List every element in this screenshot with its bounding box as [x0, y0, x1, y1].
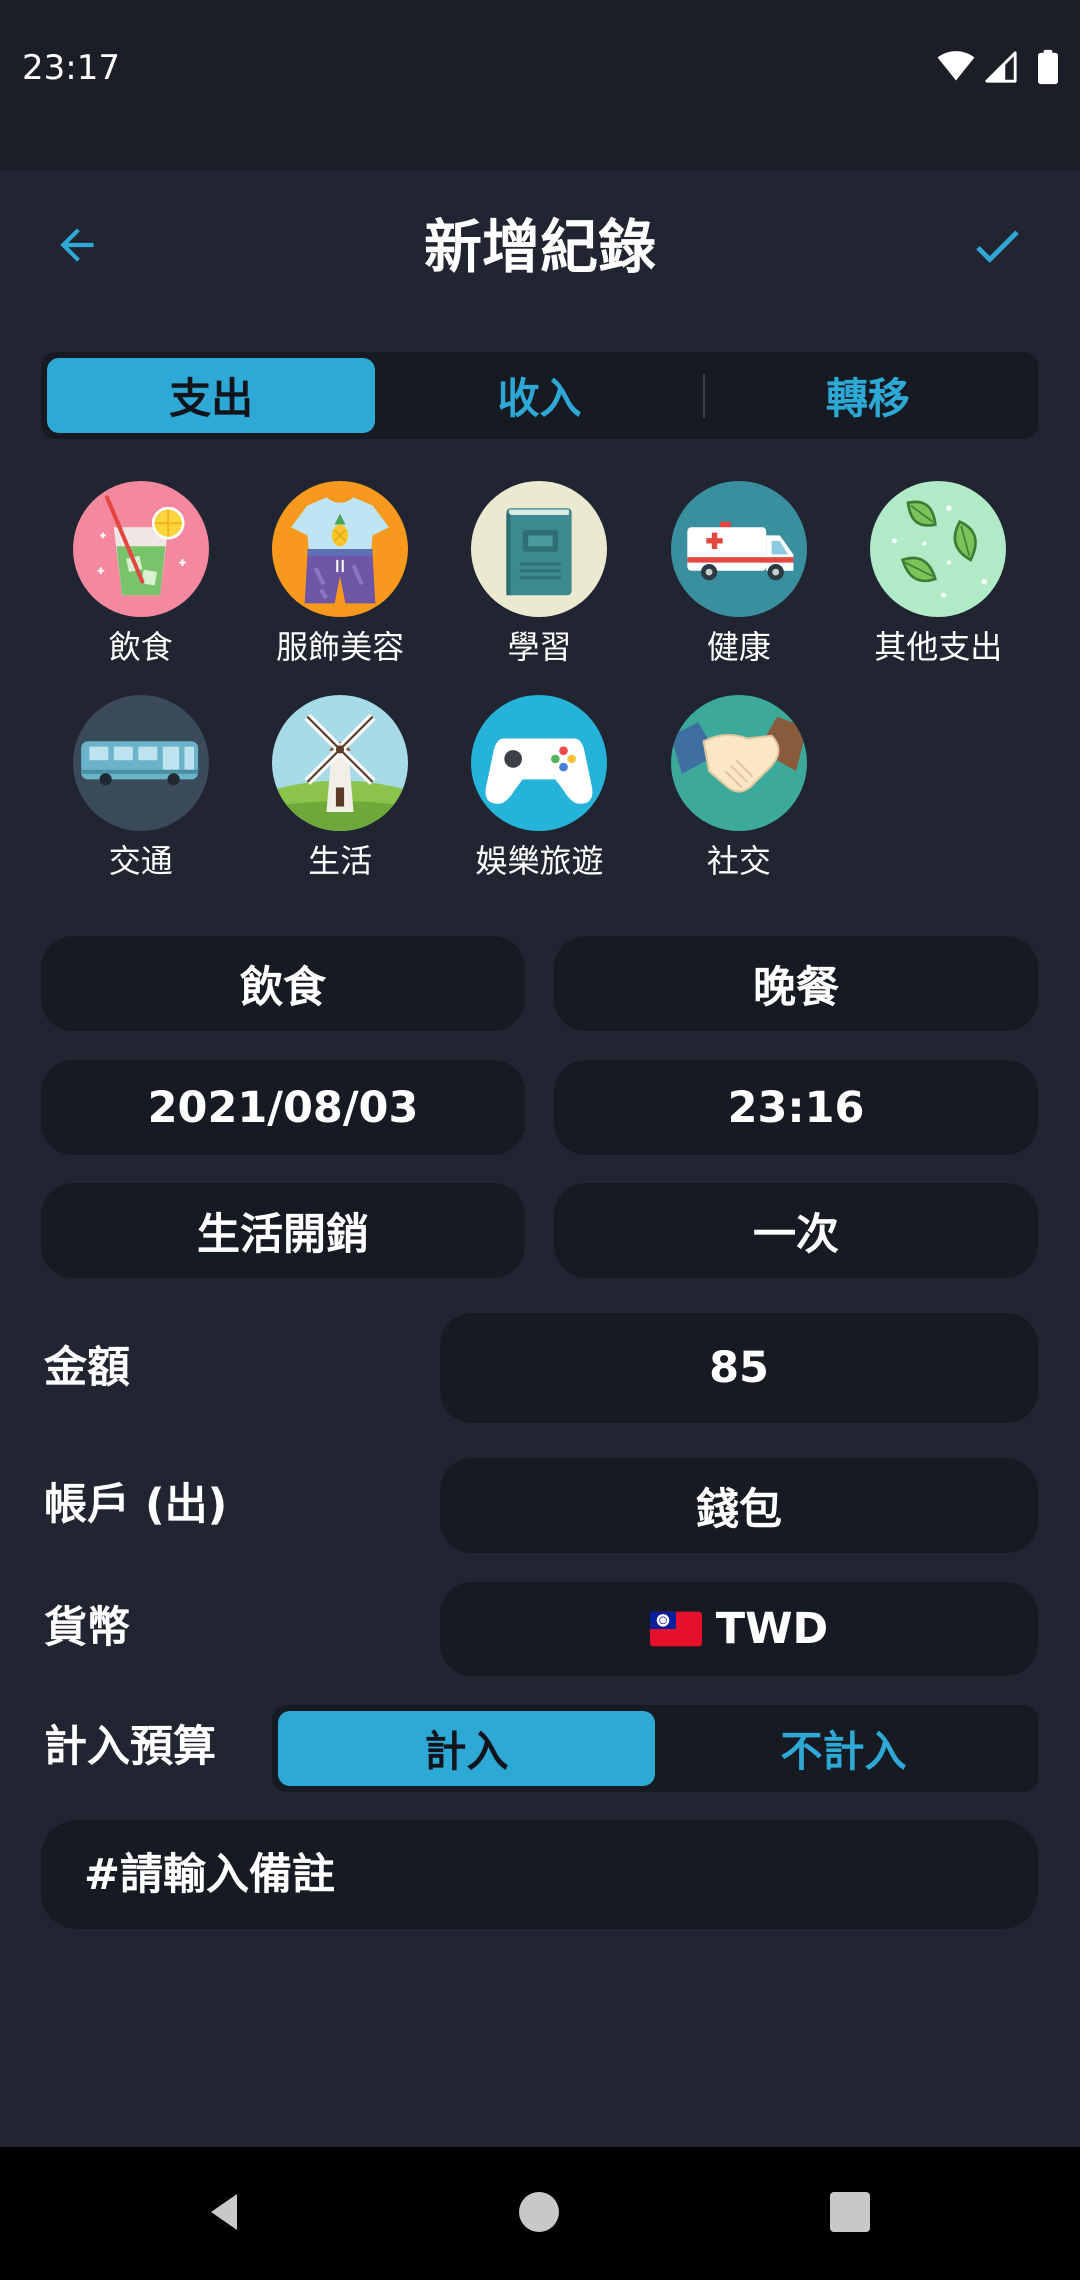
nav-recents-icon[interactable]	[830, 2192, 870, 2232]
clothes-icon	[272, 481, 409, 617]
currency-code: TWD	[715, 1604, 829, 1654]
nav-back-icon[interactable]	[201, 2188, 249, 2236]
gamepad-icon	[471, 695, 608, 831]
category-health[interactable]: 健康	[639, 481, 838, 695]
budget-label: 計入預算	[44, 1722, 216, 1772]
wifi-icon	[937, 48, 975, 86]
category-entertainment-travel[interactable]: 娛樂旅遊	[440, 695, 639, 909]
battery-icon	[1038, 49, 1058, 85]
note-field	[41, 1820, 1038, 1929]
note-input[interactable]	[41, 1820, 1038, 1929]
category-living[interactable]: 生活	[240, 695, 439, 909]
currency-select[interactable]: TWD	[440, 1582, 1038, 1676]
account-label: 帳戶 (出)	[44, 1480, 228, 1530]
category-label: 娛樂旅遊	[475, 842, 604, 880]
status-bar	[0, 0, 1080, 171]
tab-divider	[703, 374, 705, 418]
category-transport[interactable]: 交通	[41, 695, 240, 909]
category-food[interactable]: 飲食	[41, 481, 240, 695]
budget-exclude-option[interactable]: 不計入	[655, 1711, 1032, 1786]
category-label: 生活	[308, 842, 373, 880]
category-label: 學習	[507, 628, 572, 666]
ambulance-icon	[670, 481, 807, 617]
date-picker[interactable]: 2021/08/03	[41, 1060, 525, 1155]
budget-include-option[interactable]: 計入	[278, 1711, 655, 1786]
handshake-icon	[670, 695, 807, 831]
amount-input[interactable]	[440, 1313, 1038, 1423]
amount-label: 金額	[44, 1343, 130, 1393]
budget-toggle: 計入 不計入	[272, 1705, 1038, 1792]
subcategory-select[interactable]: 晚餐	[554, 936, 1038, 1031]
currency-value: TWD	[649, 1604, 829, 1654]
page-title: 新增紀錄	[423, 213, 656, 281]
windmill-icon	[272, 695, 409, 831]
frequency-select[interactable]: 一次	[554, 1183, 1038, 1278]
category-social[interactable]: 社交	[639, 695, 838, 909]
drink-icon	[72, 481, 209, 617]
cellular-signal-icon	[984, 50, 1018, 84]
account-select[interactable]: 錢包	[440, 1458, 1038, 1553]
project-select[interactable]: 生活開銷	[41, 1183, 525, 1278]
category-clothing-beauty[interactable]: 服飾美容	[240, 481, 439, 695]
category-label: 社交	[706, 842, 771, 880]
tab-expense[interactable]: 支出	[47, 358, 376, 433]
leaves-icon	[870, 481, 1007, 617]
category-label: 其他支出	[874, 628, 1003, 666]
category-other-expense[interactable]: 其他支出	[839, 481, 1038, 695]
category-label: 飲食	[108, 628, 173, 666]
currency-label: 貨幣	[44, 1603, 130, 1653]
category-grid: 飲食 服飾美容 學習 健康 其他支出 交通 生活 娛樂旅遊 社交	[41, 481, 1038, 909]
bus-icon	[72, 695, 209, 831]
category-study[interactable]: 學習	[440, 481, 639, 695]
tab-transfer[interactable]: 轉移	[704, 358, 1032, 433]
type-tabs: 支出 收入 轉移	[41, 352, 1038, 439]
tab-income[interactable]: 收入	[375, 358, 703, 433]
category-label: 健康	[706, 628, 771, 666]
confirm-button[interactable]	[968, 219, 1026, 277]
category-label: 交通	[108, 842, 173, 880]
category-select[interactable]: 飲食	[41, 936, 525, 1031]
book-icon	[471, 481, 608, 617]
category-label: 服飾美容	[276, 628, 405, 666]
status-time: 23:17	[22, 48, 120, 88]
amount-field	[440, 1313, 1038, 1423]
taiwan-flag-icon	[649, 1611, 702, 1647]
time-picker[interactable]: 23:16	[554, 1060, 1038, 1155]
check-icon	[968, 217, 1026, 279]
nav-home-icon[interactable]	[519, 2192, 559, 2232]
